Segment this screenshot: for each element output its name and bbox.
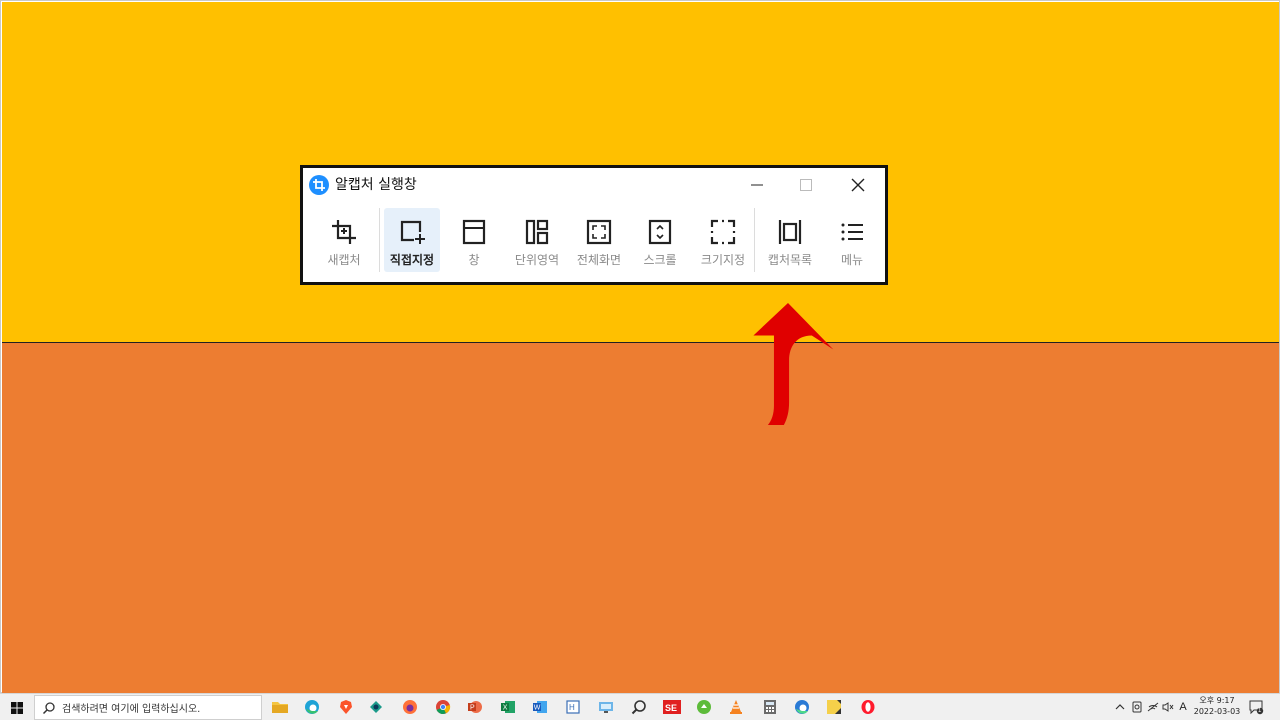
capture-list-label: 캡처목록 bbox=[767, 253, 813, 267]
red-curved-arrow bbox=[753, 303, 834, 425]
se-app-icon[interactable]: SE bbox=[662, 698, 682, 716]
svg-text:W: W bbox=[534, 705, 541, 712]
unit-area-label: 단위영역 bbox=[514, 253, 560, 267]
hangul-icon[interactable]: H bbox=[563, 698, 583, 716]
menu-label: 메뉴 bbox=[840, 253, 864, 267]
new-capture-button[interactable]: 새캡처 bbox=[318, 208, 370, 272]
network-icon[interactable] bbox=[1146, 696, 1160, 718]
green-app-icon[interactable] bbox=[694, 698, 714, 716]
alcapture-logo-icon bbox=[309, 175, 329, 195]
notification-icon bbox=[1249, 700, 1264, 715]
windows-logo-icon bbox=[11, 702, 23, 714]
unit-area-button[interactable]: 단위영역 bbox=[508, 208, 566, 272]
svg-text:P: P bbox=[470, 705, 475, 712]
clock-time: 오후 9:17 bbox=[1199, 696, 1235, 705]
vlc-icon[interactable] bbox=[726, 698, 746, 716]
excel-icon[interactable]: X bbox=[498, 698, 518, 716]
firefox-icon[interactable] bbox=[400, 698, 420, 716]
minimize-button[interactable] bbox=[734, 170, 780, 200]
window-capture-button[interactable]: 창 bbox=[448, 208, 500, 272]
new-capture-label: 새캡처 bbox=[327, 253, 361, 267]
edge-beta-icon[interactable] bbox=[792, 698, 812, 716]
input-method-indicator[interactable]: A bbox=[1176, 696, 1190, 718]
slide-bottom-band bbox=[2, 343, 1279, 693]
direct-select-button[interactable]: 직접지정 bbox=[384, 208, 440, 272]
unit-area-icon bbox=[522, 217, 552, 247]
start-button[interactable] bbox=[4, 697, 30, 719]
volume-muted-icon[interactable] bbox=[1161, 696, 1175, 718]
notification-count: 1 bbox=[1258, 708, 1262, 714]
file-explorer-icon[interactable] bbox=[270, 698, 290, 716]
powerpoint-icon[interactable]: P bbox=[465, 698, 485, 716]
fullscreen-icon bbox=[584, 217, 614, 247]
fullscreen-label: 전체화면 bbox=[576, 253, 622, 267]
scroll-capture-button[interactable]: 스크롤 bbox=[633, 208, 687, 272]
taskbar-search-box[interactable]: 검색하려면 여기에 입력하십시오. bbox=[34, 695, 262, 720]
taskbar: 검색하려면 여기에 입력하십시오. P X W H SE A 오후 9:17 2… bbox=[0, 693, 1280, 720]
app-icon[interactable] bbox=[366, 698, 386, 716]
calculator-icon[interactable] bbox=[760, 698, 780, 716]
direct-select-label: 직접지정 bbox=[389, 253, 435, 267]
close-button[interactable] bbox=[835, 170, 881, 200]
search-icon bbox=[42, 701, 55, 714]
edge-icon[interactable] bbox=[302, 698, 322, 716]
device-tray-icon[interactable] bbox=[1130, 696, 1144, 718]
svg-text:X: X bbox=[503, 705, 508, 712]
maximize-icon bbox=[800, 179, 812, 191]
opera-icon[interactable] bbox=[858, 698, 878, 716]
remote-desktop-icon[interactable] bbox=[596, 698, 616, 716]
menu-icon bbox=[837, 217, 867, 247]
search-placeholder: 검색하려면 여기에 입력하십시오. bbox=[62, 704, 201, 715]
taskbar-clock[interactable]: 오후 9:17 2022-03-03 bbox=[1192, 695, 1242, 717]
window-capture-label: 창 bbox=[468, 253, 480, 267]
desktop bbox=[0, 0, 1280, 693]
fixed-size-button[interactable]: 크기지정 bbox=[694, 208, 752, 272]
window-icon bbox=[459, 217, 489, 247]
sticky-notes-icon[interactable] bbox=[824, 698, 844, 716]
select-region-icon bbox=[397, 217, 427, 247]
show-desktop-button[interactable] bbox=[1268, 696, 1278, 718]
close-icon bbox=[851, 178, 865, 192]
crop-icon bbox=[329, 217, 359, 247]
brave-icon[interactable] bbox=[336, 698, 356, 716]
word-icon[interactable]: W bbox=[530, 698, 550, 716]
fixed-size-label: 크기지정 bbox=[700, 253, 746, 267]
svg-text:SE: SE bbox=[665, 703, 677, 713]
toolbar-divider bbox=[379, 208, 380, 272]
fixed-size-icon bbox=[708, 217, 738, 247]
window-title: 알캡처 실행창 bbox=[335, 177, 417, 193]
fullscreen-button[interactable]: 전체화면 bbox=[570, 208, 628, 272]
search-app-icon[interactable] bbox=[629, 698, 649, 716]
maximize-button[interactable] bbox=[783, 170, 829, 200]
scroll-capture-label: 스크롤 bbox=[643, 253, 677, 267]
capture-toolbar: 새캡처 직접지정 창 단위영역 전체화면 스크롤 크기지정 캡처목록 메뉴 bbox=[303, 206, 885, 272]
alcapture-window: 알캡처 실행창 새캡처 직접지정 창 단위영역 전체화면 스크롤 크기지정 캡처… bbox=[300, 165, 888, 285]
menu-button[interactable]: 메뉴 bbox=[830, 208, 874, 272]
chrome-icon[interactable] bbox=[433, 698, 453, 716]
svg-text:H: H bbox=[569, 703, 575, 712]
minimize-icon bbox=[751, 184, 763, 186]
window-titlebar[interactable]: 알캡처 실행창 bbox=[303, 168, 885, 202]
scroll-capture-icon bbox=[645, 217, 675, 247]
capture-list-icon bbox=[775, 217, 805, 247]
toolbar-divider bbox=[754, 208, 755, 272]
capture-list-button[interactable]: 캡처목록 bbox=[760, 208, 820, 272]
chevron-up-icon[interactable] bbox=[1113, 696, 1127, 718]
notification-center-button[interactable]: 1 bbox=[1248, 699, 1264, 715]
clock-date: 2022-03-03 bbox=[1193, 707, 1241, 716]
